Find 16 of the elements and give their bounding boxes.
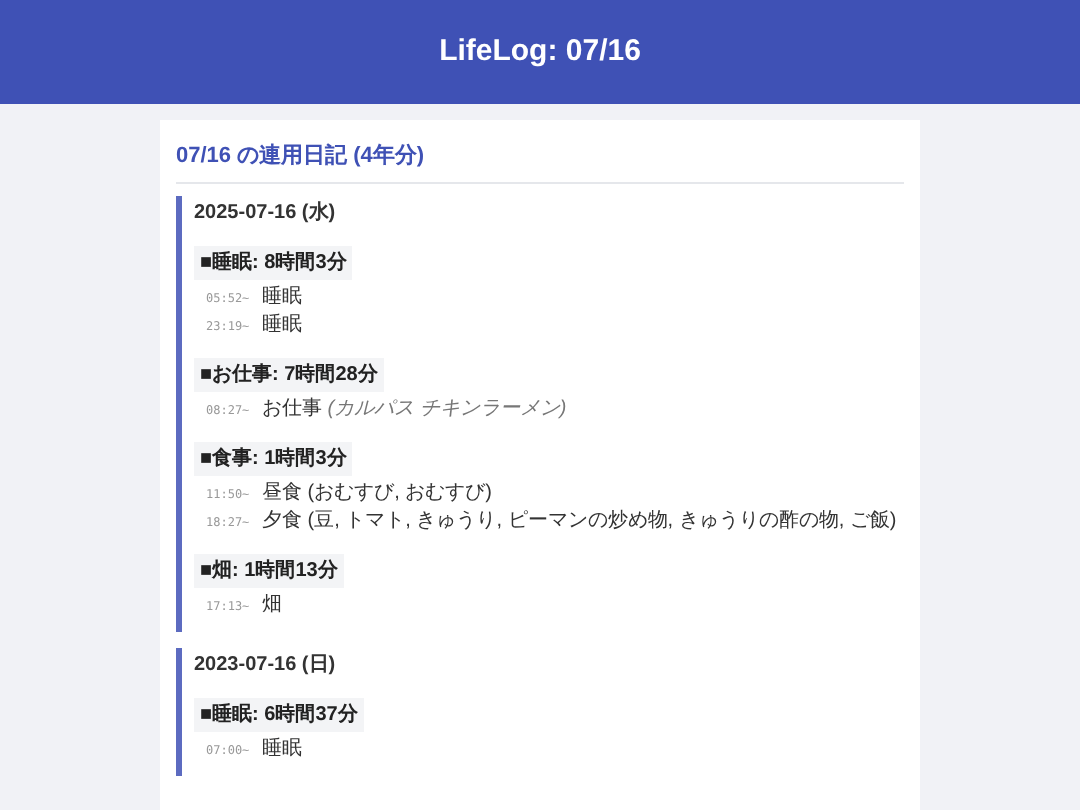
diary-title: 07/16 の連用日記 (4年分) (176, 140, 904, 183)
entry-text: お仕事 (カルパス チキンラーメン) (262, 395, 567, 421)
category-label: ■睡眠: 8時間3分 (194, 245, 353, 279)
entry-text: 畑 (262, 591, 282, 617)
day-date: 2025-07-16 (水) (194, 199, 338, 227)
entry-text: 昼食 (おむすび, おむすび) (262, 479, 492, 505)
app-title: LifeLog: 07/16 (439, 31, 641, 72)
entry-text: 睡眠 (262, 735, 302, 761)
entry-text: 夕食 (豆, トマト, きゅうり, ピーマンの炒め物, きゅうりの酢の物, ご飯) (262, 507, 897, 533)
category-label: ■お仕事: 7時間28分 (194, 357, 384, 391)
day-date: 2023-07-16 (日) (194, 651, 338, 679)
entry-text: 睡眠 (262, 311, 302, 337)
category-label: ■食事: 1時間3分 (194, 441, 353, 475)
category-label: ■畑: 1時間13分 (194, 553, 344, 587)
entry-text: 睡眠 (262, 283, 302, 309)
category-label: ■睡眠: 6時間37分 (194, 697, 364, 731)
